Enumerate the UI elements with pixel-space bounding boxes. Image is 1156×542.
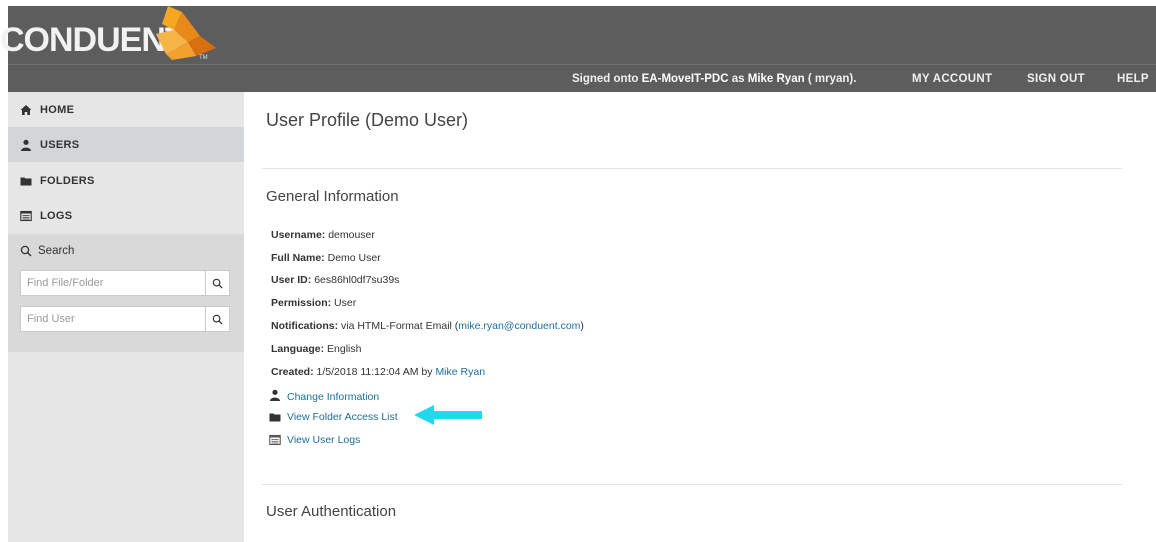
find-user-button[interactable]	[205, 307, 229, 331]
change-information-action[interactable]: Change Information	[269, 387, 379, 403]
signed-on-status: Signed onto EA-MoveIT-PDC as Mike Ryan (…	[572, 66, 856, 92]
created-value: 1/5/2018 11:12:04 AM by	[316, 366, 436, 378]
notifications-row: Notifications: via HTML-Format Email (mi…	[271, 320, 584, 332]
signed-user-id: ( mryan).	[804, 73, 857, 85]
created-by-link[interactable]: Mike Ryan	[435, 366, 485, 378]
sidebar-item-home[interactable]: HOME	[8, 92, 244, 127]
home-icon	[20, 104, 32, 115]
signed-user-name: Mike Ryan	[747, 73, 805, 85]
username-label: Username:	[271, 229, 326, 241]
signed-as: as	[728, 73, 748, 85]
logs-icon	[269, 434, 281, 446]
find-file-folder-button[interactable]	[205, 271, 229, 295]
find-file-folder-box	[20, 270, 230, 296]
sidebar-item-label: HOME	[40, 103, 75, 116]
my-account-link[interactable]: MY ACCOUNT	[912, 66, 992, 92]
full-name-row: Full Name: Demo User	[271, 252, 381, 264]
user-id-value: 6es86hl0df7su39s	[314, 274, 400, 286]
permission-label: Permission:	[271, 297, 332, 309]
sidebar: HOME USERS FOLDERS LOGS Search	[8, 92, 244, 542]
folder-icon	[20, 177, 32, 185]
username-value: demouser	[328, 229, 375, 241]
help-link[interactable]: HELP	[1117, 66, 1149, 92]
full-name-label: Full Name:	[271, 252, 325, 264]
notifications-label: Notifications:	[271, 320, 339, 332]
notifications-value: via HTML-Format Email	[338, 320, 455, 332]
language-value: English	[327, 343, 362, 355]
view-user-logs-link[interactable]: View User Logs	[287, 434, 360, 446]
search-icon	[20, 245, 32, 257]
notifications-paren-close: )	[580, 320, 584, 332]
view-folder-access-link[interactable]: View Folder Access List	[287, 411, 398, 423]
user-icon	[270, 389, 280, 401]
user-id-label: User ID:	[271, 274, 312, 286]
divider	[262, 484, 1122, 485]
search-panel: Search	[8, 234, 244, 352]
logo-trademark: TM	[199, 55, 208, 61]
search-icon	[212, 278, 223, 289]
view-folder-access-action[interactable]: View Folder Access List	[269, 411, 398, 423]
permission-value: User	[334, 297, 357, 309]
user-icon	[21, 139, 31, 151]
page-title: User Profile (Demo User)	[266, 110, 469, 130]
sidebar-item-users[interactable]: USERS	[8, 127, 244, 162]
sidebar-item-label: USERS	[40, 138, 80, 151]
annotation-arrow-icon	[414, 405, 482, 425]
header-divider	[8, 64, 1156, 65]
language-row: Language: English	[271, 343, 361, 355]
sidebar-item-logs[interactable]: LOGS	[8, 198, 244, 233]
logs-icon	[20, 210, 32, 221]
general-information-heading: General Information	[266, 188, 399, 205]
main-content: User Profile (Demo User) General Informa…	[244, 92, 1156, 542]
site-name: EA-MoveIT-PDC	[641, 73, 729, 85]
permission-row: Permission: User	[271, 297, 356, 309]
sidebar-item-label: LOGS	[40, 209, 73, 222]
conduent-logo-icon	[156, 6, 216, 60]
folder-icon	[269, 413, 281, 422]
search-icon	[212, 314, 223, 325]
header: CONDUENT TM Signed onto EA-MoveIT-PDC as…	[0, 0, 1156, 92]
username-row: Username: demouser	[271, 229, 375, 241]
notification-email-link[interactable]: mike.ryan@conduent.com	[458, 320, 580, 332]
signed-prefix: Signed onto	[572, 73, 642, 85]
created-row: Created: 1/5/2018 11:12:04 AM by Mike Ry…	[271, 366, 485, 378]
change-information-link[interactable]: Change Information	[287, 391, 379, 403]
user-id-row: User ID: 6es86hl0df7su39s	[271, 274, 399, 286]
search-heading: Search	[20, 245, 74, 257]
find-user-input[interactable]	[21, 307, 207, 331]
user-authentication-heading: User Authentication	[266, 503, 397, 520]
find-file-folder-input[interactable]	[21, 271, 207, 295]
full-name-value: Demo User	[327, 252, 381, 264]
language-label: Language:	[271, 343, 325, 355]
divider	[262, 168, 1122, 169]
view-user-logs-action[interactable]: View User Logs	[269, 434, 360, 446]
created-label: Created:	[271, 366, 314, 378]
sidebar-item-label: FOLDERS	[40, 174, 95, 187]
search-title-label: Search	[38, 245, 75, 257]
sign-out-link[interactable]: SIGN OUT	[1027, 66, 1085, 92]
sidebar-item-folders[interactable]: FOLDERS	[8, 163, 244, 198]
find-user-box	[20, 306, 230, 332]
